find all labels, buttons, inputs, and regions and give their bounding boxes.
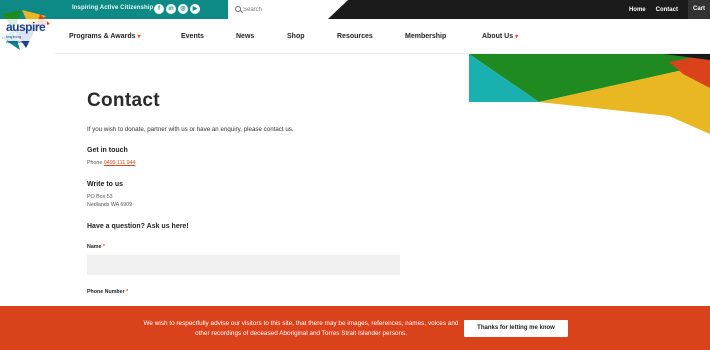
top-bar: Inspiring Active Citizenship f in ◎ ▶ Ho…: [0, 0, 710, 19]
phone-link[interactable]: 0499 111 944: [104, 160, 136, 166]
tagline: Inspiring Active Citizenship: [72, 5, 154, 11]
main-nav: Programs & Awards ▾ Events News Shop Res…: [55, 19, 710, 54]
acknowledge-button[interactable]: Thanks for letting me know: [464, 320, 568, 337]
linkedin-icon[interactable]: in: [166, 4, 176, 14]
search-box[interactable]: [228, 0, 348, 19]
page-title: Contact: [87, 90, 160, 111]
chevron-down-icon: ▾: [137, 34, 141, 40]
phone-line: Phone 0499 111 944: [87, 159, 417, 167]
nav-shop[interactable]: Shop: [287, 33, 305, 40]
auspire-logo[interactable]: auspire Inspiring Australians: [0, 10, 52, 50]
chevron-down-icon: ▾: [515, 34, 519, 40]
contact-content: Contact If you wish to donate, partner w…: [87, 90, 417, 295]
get-in-touch-heading: Get in touch: [87, 147, 128, 154]
nav-resources[interactable]: Resources: [337, 33, 373, 40]
intro-text: If you wish to donate, partner with us o…: [87, 126, 294, 133]
search-icon[interactable]: [235, 6, 241, 12]
advisory-banner: We wish to respectfully advise our visit…: [0, 306, 710, 350]
write-to-us-heading: Write to us: [87, 181, 124, 188]
nav-about-us[interactable]: About Us ▾: [482, 33, 518, 40]
decorative-shapes: [469, 54, 710, 154]
phone-number-label: Phone Number *: [87, 289, 129, 295]
nav-news[interactable]: News: [236, 33, 254, 40]
phone-label: Phone: [87, 160, 103, 166]
name-field[interactable]: [87, 255, 400, 275]
nav-programs-awards[interactable]: Programs & Awards ▾: [69, 33, 141, 40]
nav-events[interactable]: Events: [181, 33, 204, 40]
utility-links: Home Contact Cart: [629, 0, 710, 19]
question-heading: Have a question? Ask us here!: [87, 223, 189, 230]
contact-link[interactable]: Contact: [656, 7, 678, 13]
logo-wordmark: auspire: [6, 20, 46, 34]
instagram-icon[interactable]: ◎: [178, 4, 188, 14]
facebook-icon[interactable]: f: [154, 4, 164, 14]
youtube-icon[interactable]: ▶: [190, 4, 200, 14]
postal-address: PO Box 53 Nedlands WA 6909: [87, 194, 133, 208]
nav-membership[interactable]: Membership: [405, 33, 446, 40]
home-link[interactable]: Home: [629, 7, 646, 13]
cart-link[interactable]: Cart: [687, 0, 710, 19]
logo-subtitle: Inspiring Australians: [6, 34, 26, 44]
search-input[interactable]: [243, 3, 323, 16]
advisory-text: We wish to respectfully advise our visit…: [143, 320, 459, 337]
name-label: Name *: [87, 244, 105, 250]
